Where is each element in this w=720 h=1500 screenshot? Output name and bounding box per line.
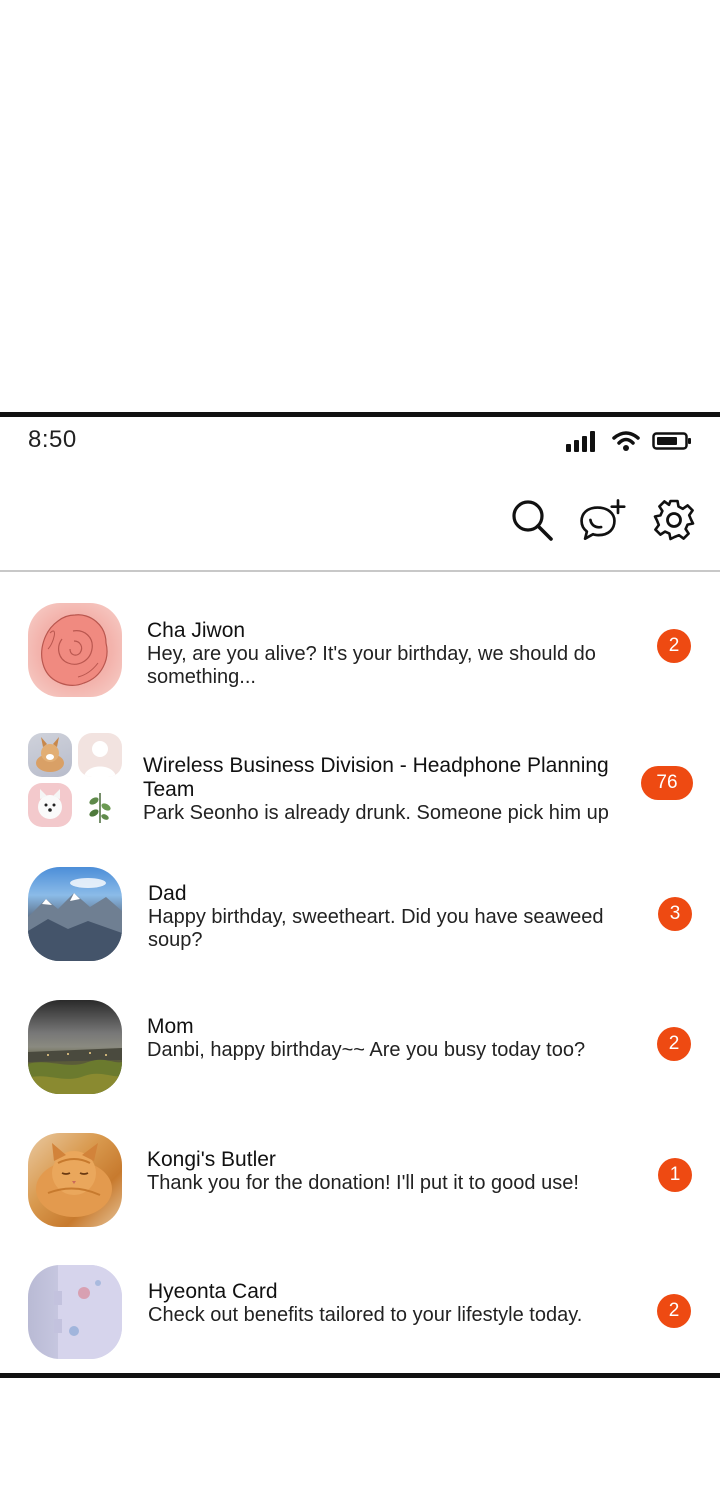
mountain-image	[28, 878, 122, 961]
chat-text: Dad Happy birthday, sweetheart. Did you …	[148, 882, 628, 952]
chat-preview: Thank you for the donation! I'll put it …	[147, 1172, 579, 1194]
battery-icon	[652, 432, 691, 450]
status-time: 8:50	[28, 426, 77, 453]
chat-text: Wireless Business Division - Headphone P…	[143, 754, 623, 825]
cat-image	[36, 1143, 112, 1217]
chat-name: Wireless Business Division - Headphone P…	[143, 754, 609, 801]
avatar	[28, 867, 122, 961]
group-avatar	[28, 733, 124, 829]
chat-item[interactable]: Hyeonta Card Check out benefits tailored…	[0, 1255, 720, 1385]
unread-badge: 1	[658, 1158, 692, 1192]
rose-image	[41, 614, 108, 686]
chat-name: Dad	[148, 882, 187, 905]
chat-preview: Happy birthday, sweetheart. Did you have…	[148, 906, 604, 951]
chat-preview: Check out benefits tailored to your life…	[148, 1304, 583, 1326]
unread-badge: 2	[657, 629, 691, 663]
search-button[interactable]	[508, 496, 556, 544]
chat-item[interactable]: Dad Happy birthday, sweetheart. Did you …	[0, 858, 720, 988]
chat-name: Kongi's Butler	[147, 1148, 276, 1171]
search-icon	[512, 500, 553, 541]
gear-icon	[653, 499, 695, 541]
unread-badge: 2	[657, 1027, 691, 1061]
chat-name: Hyeonta Card	[148, 1280, 278, 1303]
new-chat-button[interactable]	[578, 496, 626, 544]
chat-text: Mom Danbi, happy birthday~~ Are you busy…	[147, 1015, 627, 1062]
status-bar: 8:50	[0, 417, 720, 465]
chat-text: Cha Jiwon Hey, are you alive? It's your …	[147, 619, 627, 689]
unread-badge: 2	[657, 1294, 691, 1328]
settings-button[interactable]	[650, 496, 698, 544]
signal-icon	[566, 431, 595, 452]
chat-preview: Danbi, happy birthday~~ Are you busy tod…	[147, 1039, 586, 1061]
default-profile-photo	[78, 733, 122, 777]
new-chat-icon	[580, 499, 626, 541]
chat-item[interactable]: Mom Danbi, happy birthday~~ Are you busy…	[0, 990, 720, 1120]
chat-item[interactable]: Cha Jiwon Hey, are you alive? It's your …	[0, 590, 720, 720]
chat-name: Cha Jiwon	[147, 619, 246, 642]
city-night-image	[28, 1048, 122, 1094]
chat-text: Kongi's Butler Thank you for the donatio…	[147, 1148, 627, 1195]
chat-preview: Park Seonho is already drunk. Someone pi…	[143, 802, 609, 824]
chat-item[interactable]: Kongi's Butler Thank you for the donatio…	[0, 1123, 720, 1253]
unread-badge: 76	[641, 766, 693, 800]
chat-name: Mom	[147, 1015, 194, 1038]
screen-bottom-border	[0, 1373, 720, 1378]
corgi-photo	[28, 733, 72, 777]
avatar	[28, 603, 122, 697]
dog-photo	[28, 783, 72, 827]
avatar	[28, 1000, 122, 1094]
card-logo-image	[54, 1265, 122, 1359]
chat-preview: Hey, are you alive? It's your birthday, …	[147, 643, 596, 688]
status-icons	[566, 430, 692, 452]
plant-photo	[78, 783, 122, 827]
top-toolbar	[0, 490, 720, 554]
chat-text: Hyeonta Card Check out benefits tailored…	[148, 1280, 628, 1327]
unread-badge: 3	[658, 897, 692, 931]
chat-item[interactable]: Wireless Business Division - Headphone P…	[0, 728, 720, 858]
avatar	[28, 1133, 122, 1227]
header-divider	[0, 570, 720, 572]
wifi-icon	[612, 431, 640, 451]
avatar	[28, 1265, 122, 1359]
